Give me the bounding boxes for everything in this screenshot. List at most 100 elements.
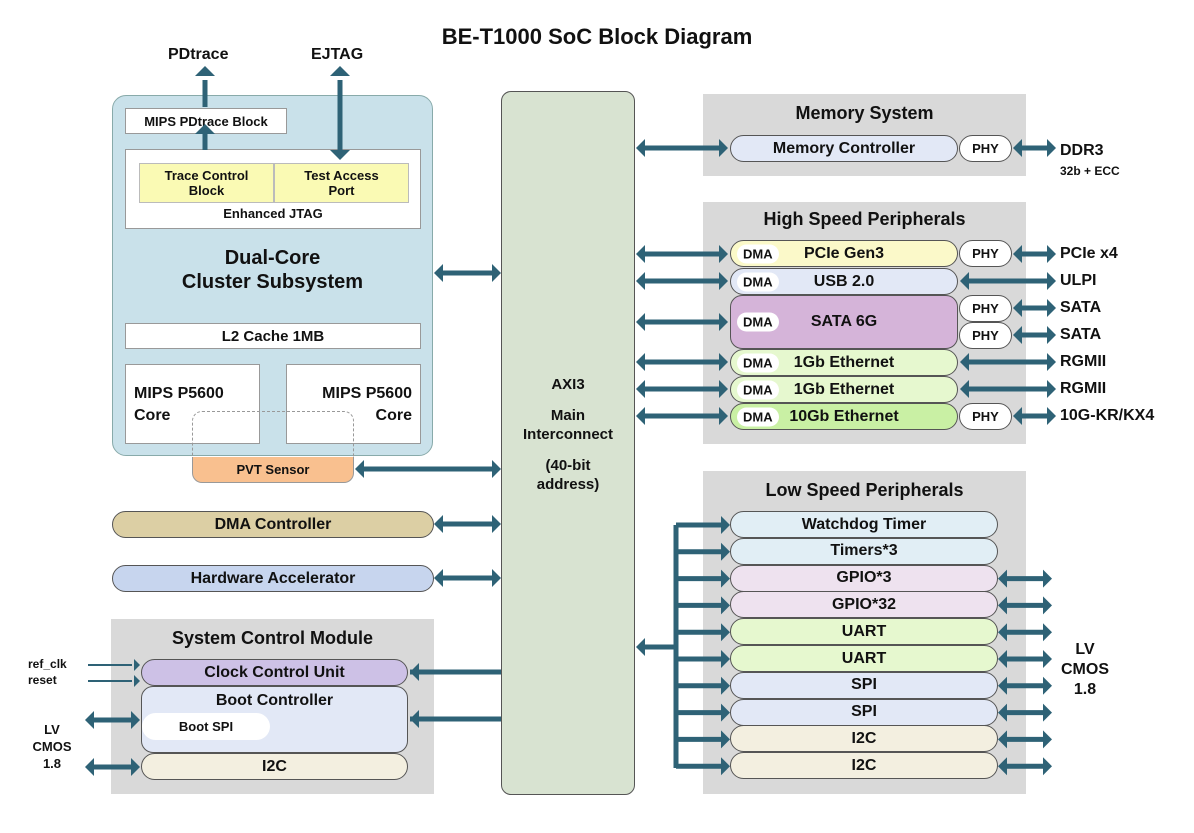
high-speed-title: High Speed Peripherals [763, 209, 966, 229]
boot-controller: Boot Controller Boot SPI [141, 686, 408, 753]
arrowhead-icon [434, 515, 443, 533]
dma-badge: DMA [737, 244, 779, 263]
boot-spi: Boot SPI [142, 713, 270, 740]
low-speed-item-label: Watchdog Timer [801, 515, 927, 533]
arrowhead-icon [492, 264, 501, 282]
test-access-port: Test Access Port [274, 163, 409, 203]
rgmii-label-2: RGMII [1060, 380, 1107, 397]
low-speed-item: I2C [730, 752, 998, 780]
10g-kr-kx4-label: 10G-KR/KX4 [1060, 407, 1155, 424]
dma-badge: DMA [737, 407, 779, 426]
arrowhead-icon [1043, 569, 1052, 588]
low-speed-item-label: UART [841, 649, 887, 667]
low-speed-item: Timers*3 [730, 537, 998, 565]
low-speed-peripherals: Low Speed Peripherals Watchdog Timer Time… [703, 471, 1026, 794]
pdtrace-block: MIPS PDtrace Block [125, 108, 287, 134]
arrowhead-icon [85, 758, 94, 776]
low-speed-item-label: GPIO*3 [836, 569, 892, 587]
memory-controller: Memory Controller [730, 135, 958, 162]
low-speed-item: I2C [730, 725, 998, 753]
low-speed-item-label: Timers*3 [830, 542, 898, 560]
arrowhead-icon [1047, 380, 1056, 398]
reset-label: reset [28, 673, 57, 687]
arrowhead-icon [636, 638, 645, 656]
sata-label-2: SATA [1060, 326, 1102, 343]
arrowhead-icon [1047, 272, 1056, 290]
low-speed-item: SPI [730, 698, 998, 726]
enhanced-jtag: Trace Control Block Test Access Port Enh… [125, 149, 421, 229]
cluster-subsystem: MIPS PDtrace Block Trace Control Block T… [112, 95, 433, 456]
l2-cache: L2 Cache 1MB [125, 323, 421, 349]
low-speed-item-label: SPI [851, 703, 877, 721]
arrowhead-icon [636, 139, 645, 157]
cluster-title: Dual-Core Cluster Subsystem [181, 247, 364, 293]
ddr3-label: DDR3 [1060, 142, 1104, 159]
memory-system-title: Memory System [795, 103, 934, 123]
ejtag-label: EJTAG [311, 46, 364, 63]
dma-badge: DMA [737, 272, 779, 291]
dma-badge: DMA [737, 380, 779, 399]
arrowhead-icon [1047, 245, 1056, 263]
low-speed-item-label: SPI [851, 676, 877, 694]
low-speed-title: Low Speed Peripherals [765, 480, 964, 500]
axi3-interconnect: AXI3 Main Interconnect (40-bit address) [501, 91, 635, 795]
low-speed-item: GPIO*3 [730, 564, 998, 592]
low-speed-item: UART [730, 645, 998, 672]
ethernet-10g-phy: PHY [959, 403, 1012, 430]
arrowhead-icon [492, 569, 501, 587]
low-speed-item-label: I2C [851, 756, 877, 774]
dma-controller: DMA Controller [112, 511, 434, 538]
ddr3-sub-label: 32b + ECC [1060, 164, 1120, 178]
pdtrace-label: PDtrace [168, 46, 229, 63]
low-speed-item: GPIO*32 [730, 591, 998, 619]
enhanced-jtag-label: Enhanced JTAG [223, 206, 323, 221]
arrowhead-icon [1047, 139, 1056, 157]
arrowhead-icon [1043, 596, 1052, 615]
usb-2-0: DMA USB 2.0 [730, 268, 958, 295]
arrowhead-icon [636, 313, 645, 331]
scm-lv-cmos-label: LV CMOS 1.8 [32, 722, 72, 771]
arrowhead-icon [492, 515, 501, 533]
arrowhead-icon [1047, 326, 1056, 344]
pcie-phy: PHY [959, 240, 1012, 267]
arrowhead-icon [636, 245, 645, 263]
pcie-gen3: DMA PCIe Gen3 [730, 240, 958, 267]
low-speed-item: SPI [730, 671, 998, 699]
rgmii-label-1: RGMII [1060, 353, 1107, 370]
pvt-sensor: PVT Sensor [192, 457, 354, 483]
arrowhead-icon [434, 569, 443, 587]
arrowhead-icon [1043, 730, 1052, 749]
arrowhead-icon [636, 353, 645, 371]
lsp-lv-cmos-label: LV CMOS 1.8 [1061, 641, 1109, 698]
low-speed-item-label: I2C [851, 729, 877, 747]
clock-control-unit: Clock Control Unit [141, 659, 408, 686]
arrowhead-icon [1047, 407, 1056, 425]
memory-system: Memory System Memory Controller PHY [703, 94, 1026, 176]
arrowhead-icon [85, 711, 94, 729]
arrowhead-icon [636, 407, 645, 425]
arrowhead-icon [1047, 299, 1056, 317]
arrowhead-icon [1043, 650, 1052, 668]
low-speed-item-label: UART [841, 622, 887, 640]
arrowhead-icon [1047, 353, 1056, 371]
sata-label-1: SATA [1060, 299, 1102, 316]
interconnect-label: AXI3 Main Interconnect (40-bit address) [522, 376, 613, 493]
system-control-title: System Control Module [171, 628, 373, 648]
arrowhead-icon [434, 264, 443, 282]
pcie-x4-label: PCIe x4 [1060, 245, 1118, 262]
ethernet-1g-b: DMA 1Gb Ethernet [730, 376, 958, 403]
low-speed-item: UART [730, 618, 998, 646]
trace-control-block: Trace Control Block [139, 163, 274, 203]
arrowhead-icon [355, 460, 364, 478]
low-speed-item: Watchdog Timer [730, 511, 998, 538]
arrowhead-icon [1043, 623, 1052, 642]
sata-phy-1: PHY [959, 295, 1012, 322]
arrowhead-icon [330, 66, 350, 76]
arrowhead-icon [636, 380, 645, 398]
low-speed-item-label: GPIO*32 [831, 595, 897, 613]
pvt-sensor-outline [192, 411, 354, 461]
hardware-accelerator: Hardware Accelerator [112, 565, 434, 592]
ethernet-10g: DMA 10Gb Ethernet [730, 403, 958, 430]
sata-6g: DMA SATA 6G [730, 295, 958, 349]
system-control-module: System Control Module Clock Control Unit… [111, 619, 434, 794]
